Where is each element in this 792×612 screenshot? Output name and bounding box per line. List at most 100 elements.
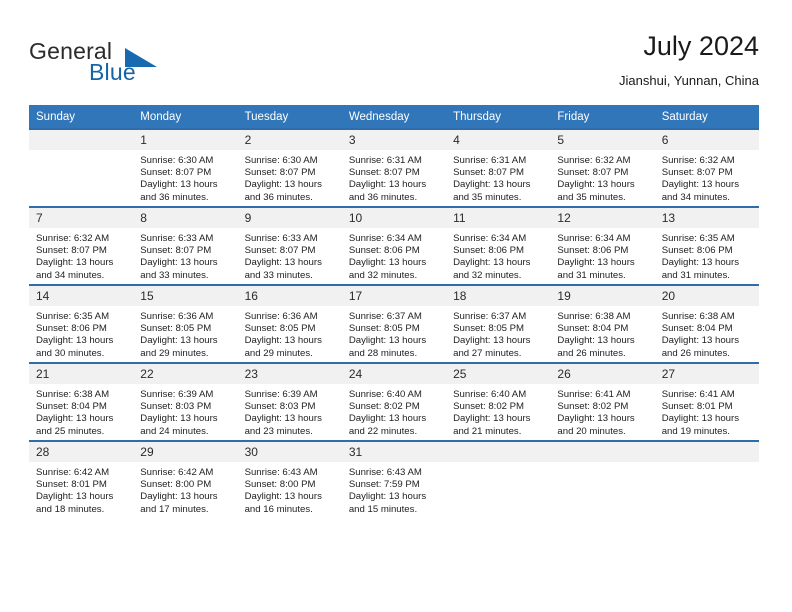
daylight-duration-line2: and 34 minutes. xyxy=(661,191,730,203)
daylight-duration-line1: Daylight: 13 hours xyxy=(661,413,740,425)
day-details: Sunrise: 6:33 AM Sunset: 8:07 PM Daylight:… xyxy=(133,228,237,282)
daylight-duration-line2: and 20 minutes. xyxy=(557,425,626,437)
calendar-page: General Blue July 2024 Jianshui, Yunnan,… xyxy=(0,0,792,612)
daylight-duration-line1: Daylight: 13 hours xyxy=(348,491,427,503)
calendar-day-cell[interactable]: 11 Sunrise: 6:34 AM Sunset: 8:06 PM Dayligh… xyxy=(446,206,551,285)
sunset-time: Sunset: 8:03 PM xyxy=(244,401,316,413)
day-details: Sunrise: 6:32 AM Sunset: 8:07 PM Daylight:… xyxy=(550,150,654,204)
calendar-body: 1 Sunrise: 6:30 AM Sunset: 8:07 PM Daylight… xyxy=(29,128,759,518)
calendar-day-cell[interactable]: 20 Sunrise: 6:38 AM Sunset: 8:04 PM Dayligh… xyxy=(654,284,759,363)
day-number: 8 xyxy=(133,208,238,228)
daylight-duration-line2: and 33 minutes. xyxy=(244,269,313,281)
day-number: 24 xyxy=(341,364,447,384)
daylight-duration-line1: Daylight: 13 hours xyxy=(348,335,427,347)
daylight-duration-line2: and 31 minutes. xyxy=(661,269,730,281)
sunset-time: Sunset: 8:07 PM xyxy=(661,167,733,179)
day-details: Sunrise: 6:37 AM Sunset: 8:05 PM Daylight:… xyxy=(446,306,550,360)
calendar-day-cell[interactable]: 10 Sunrise: 6:34 AM Sunset: 8:06 PM Dayligh… xyxy=(341,206,447,285)
daylight-duration-line1: Daylight: 13 hours xyxy=(36,491,114,503)
sunset-time: Sunset: 8:05 PM xyxy=(244,323,316,335)
day-details: Sunrise: 6:36 AM Sunset: 8:05 PM Daylight:… xyxy=(238,306,342,360)
calendar-day-cell[interactable]: 17 Sunrise: 6:37 AM Sunset: 8:05 PM Dayligh… xyxy=(341,284,447,363)
calendar-week-row: 14 Sunrise: 6:35 AM Sunset: 8:06 PM Dayligh… xyxy=(29,284,759,363)
calendar-day-cell[interactable]: 6 Sunrise: 6:32 AM Sunset: 8:07 PM Daylight… xyxy=(654,128,759,207)
calendar-day-cell[interactable]: 23 Sunrise: 6:39 AM Sunset: 8:03 PM Dayligh… xyxy=(237,362,342,441)
general-blue-logo[interactable]: General Blue xyxy=(29,38,249,90)
sunset-time: Sunset: 8:01 PM xyxy=(36,479,107,491)
day-details: Sunrise: 6:38 AM Sunset: 8:04 PM Daylight:… xyxy=(655,306,759,360)
daylight-duration-line1: Daylight: 13 hours xyxy=(557,413,635,425)
calendar-day-cell[interactable]: 22 Sunrise: 6:39 AM Sunset: 8:03 PM Dayligh… xyxy=(133,362,238,441)
daylight-duration-line2: and 36 minutes. xyxy=(348,191,418,203)
calendar-day-cell[interactable]: 9 Sunrise: 6:33 AM Sunset: 8:07 PM Daylight… xyxy=(237,206,342,285)
weekday-header-saturday: Saturday xyxy=(654,105,759,129)
sunset-time: Sunset: 8:07 PM xyxy=(36,245,107,257)
sunset-time: Sunset: 8:06 PM xyxy=(36,323,107,335)
sunrise-time: Sunrise: 6:35 AM xyxy=(661,233,735,244)
calendar-day-cell[interactable]: 18 Sunrise: 6:37 AM Sunset: 8:05 PM Dayligh… xyxy=(446,284,551,363)
calendar-day-cell[interactable]: 7 Sunrise: 6:32 AM Sunset: 8:07 PM Daylight… xyxy=(29,206,134,285)
calendar-day-cell[interactable]: 5 Sunrise: 6:32 AM Sunset: 8:07 PM Daylight… xyxy=(550,128,655,207)
daylight-duration-line2: and 33 minutes. xyxy=(140,269,209,281)
calendar-day-cell[interactable]: 12 Sunrise: 6:34 AM Sunset: 8:06 PM Dayligh… xyxy=(550,206,655,285)
sunrise-time: Sunrise: 6:36 AM xyxy=(244,311,318,322)
day-number: 18 xyxy=(446,286,551,306)
day-details: Sunrise: 6:40 AM Sunset: 8:02 PM Daylight:… xyxy=(342,384,446,438)
sunrise-time: Sunrise: 6:32 AM xyxy=(36,233,110,244)
weekday-header-tuesday: Tuesday xyxy=(237,105,342,129)
daylight-duration-line1: Daylight: 13 hours xyxy=(557,335,635,347)
calendar-day-cell[interactable]: 2 Sunrise: 6:30 AM Sunset: 8:07 PM Daylight… xyxy=(237,128,342,207)
daylight-duration-line1: Daylight: 13 hours xyxy=(453,413,531,425)
day-number: 9 xyxy=(237,208,342,228)
page-header: General Blue July 2024 Jianshui, Yunnan,… xyxy=(29,30,759,92)
day-number: 12 xyxy=(550,208,655,228)
daylight-duration-line2: and 27 minutes. xyxy=(453,347,522,359)
day-details: Sunrise: 6:38 AM Sunset: 8:04 PM Daylight:… xyxy=(29,384,133,438)
sunset-time: Sunset: 8:04 PM xyxy=(557,323,629,335)
sunrise-time: Sunrise: 6:37 AM xyxy=(453,311,527,322)
calendar-day-cell[interactable]: 19 Sunrise: 6:38 AM Sunset: 8:04 PM Dayligh… xyxy=(550,284,655,363)
daylight-duration-line1: Daylight: 13 hours xyxy=(140,335,218,347)
sunset-time: Sunset: 8:07 PM xyxy=(557,167,629,179)
calendar-day-cell[interactable]: 8 Sunrise: 6:33 AM Sunset: 8:07 PM Daylight… xyxy=(133,206,238,285)
calendar-day-cell[interactable]: 14 Sunrise: 6:35 AM Sunset: 8:06 PM Dayligh… xyxy=(29,284,134,363)
calendar-week-row: 1 Sunrise: 6:30 AM Sunset: 8:07 PM Daylight… xyxy=(29,128,759,207)
calendar-day-cell[interactable]: 16 Sunrise: 6:36 AM Sunset: 8:05 PM Dayligh… xyxy=(237,284,342,363)
calendar-day-cell[interactable]: 15 Sunrise: 6:36 AM Sunset: 8:05 PM Dayligh… xyxy=(133,284,238,363)
daylight-duration-line1: Daylight: 13 hours xyxy=(661,257,740,269)
day-details: Sunrise: 6:36 AM Sunset: 8:05 PM Daylight:… xyxy=(133,306,237,360)
sunrise-time: Sunrise: 6:34 AM xyxy=(453,233,527,244)
sunrise-time: Sunrise: 6:35 AM xyxy=(36,311,110,322)
daylight-duration-line2: and 19 minutes. xyxy=(661,425,730,437)
calendar-day-cell[interactable]: 1 Sunrise: 6:30 AM Sunset: 8:07 PM Daylight… xyxy=(133,128,238,207)
daylight-duration-line2: and 35 minutes. xyxy=(453,191,522,203)
daylight-duration-line2: and 29 minutes. xyxy=(244,347,313,359)
calendar-day-cell[interactable]: 27 Sunrise: 6:41 AM Sunset: 8:01 PM Dayligh… xyxy=(654,362,759,441)
sunrise-time: Sunrise: 6:38 AM xyxy=(661,311,735,322)
day-number: 30 xyxy=(237,442,342,462)
daylight-duration-line2: and 34 minutes. xyxy=(36,269,105,281)
calendar-day-cell[interactable]: 29 Sunrise: 6:42 AM Sunset: 8:00 PM Dayligh… xyxy=(133,440,238,518)
daylight-duration-line1: Daylight: 13 hours xyxy=(348,257,427,269)
day-details: Sunrise: 6:33 AM Sunset: 8:07 PM Daylight:… xyxy=(238,228,342,282)
calendar-day-cell[interactable]: 21 Sunrise: 6:38 AM Sunset: 8:04 PM Dayligh… xyxy=(29,362,134,441)
calendar-day-cell[interactable]: 30 Sunrise: 6:43 AM Sunset: 8:00 PM Dayligh… xyxy=(237,440,342,518)
day-details: Sunrise: 6:34 AM Sunset: 8:06 PM Daylight:… xyxy=(446,228,550,282)
daylight-duration-line1: Daylight: 13 hours xyxy=(661,335,740,347)
calendar-day-cell[interactable]: 24 Sunrise: 6:40 AM Sunset: 8:02 PM Dayligh… xyxy=(341,362,447,441)
day-number: 5 xyxy=(550,130,655,150)
calendar-day-cell[interactable]: 13 Sunrise: 6:35 AM Sunset: 8:06 PM Dayligh… xyxy=(654,206,759,285)
day-details: Sunrise: 6:32 AM Sunset: 8:07 PM Daylight:… xyxy=(655,150,759,204)
calendar-day-cell[interactable]: 25 Sunrise: 6:40 AM Sunset: 8:02 PM Dayligh… xyxy=(446,362,551,441)
sunset-time: Sunset: 8:05 PM xyxy=(348,323,420,335)
day-details: Sunrise: 6:31 AM Sunset: 8:07 PM Daylight:… xyxy=(342,150,446,204)
sunrise-time: Sunrise: 6:37 AM xyxy=(348,311,422,322)
calendar-day-cell[interactable]: 4 Sunrise: 6:31 AM Sunset: 8:07 PM Daylight… xyxy=(446,128,551,207)
calendar-day-cell[interactable]: 28 Sunrise: 6:42 AM Sunset: 8:01 PM Dayligh… xyxy=(29,440,134,518)
sunrise-time: Sunrise: 6:38 AM xyxy=(557,311,631,322)
calendar-day-cell[interactable]: 26 Sunrise: 6:41 AM Sunset: 8:02 PM Dayligh… xyxy=(550,362,655,441)
weekday-header-sunday: Sunday xyxy=(29,105,134,129)
calendar-day-cell[interactable]: 3 Sunrise: 6:31 AM Sunset: 8:07 PM Daylight… xyxy=(341,128,447,207)
calendar-day-cell[interactable]: 31 Sunrise: 6:43 AM Sunset: 7:59 PM Dayligh… xyxy=(341,440,447,518)
day-details: Sunrise: 6:41 AM Sunset: 8:01 PM Daylight:… xyxy=(655,384,759,438)
